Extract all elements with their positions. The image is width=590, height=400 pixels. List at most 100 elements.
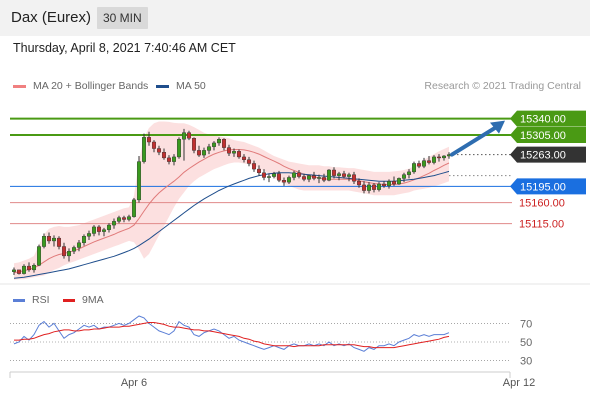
rsi-ma-line [14,322,450,349]
candle-body [422,160,427,167]
x-tick-label: Apr 6 [121,377,147,389]
candle-body [17,269,22,274]
rsi-line [13,315,450,352]
candle-body [76,242,81,248]
candle-body [111,221,116,226]
candle-body [302,176,307,180]
candle-body [277,173,282,181]
candle-body [116,217,121,222]
candle-body [186,132,191,139]
candle-body [241,156,246,160]
candle-body [126,216,131,220]
candle-body [131,199,136,217]
candle-body [402,174,407,179]
candle-body [181,132,186,140]
rsi-tick-50: 50 [520,337,532,349]
candle-body [11,269,16,272]
candle-body [86,233,91,237]
bollinger-band-area [14,121,449,280]
candle-body [412,163,417,173]
candle-body [272,173,277,177]
candle-body [141,137,146,162]
candle-body [156,148,161,153]
candle-body [206,146,211,151]
candle-body [146,137,151,143]
level-label-15160-00: 15160.00 [519,198,565,210]
candle-body [201,150,206,156]
candle-body [337,173,342,176]
level-label-15263-00: 15263.00 [520,150,566,162]
level-label-15340-00: 15340.00 [520,114,566,126]
forecast-arrow-shaft [450,124,499,157]
candle-body [427,160,432,163]
candle-body [282,180,287,183]
candle-body [71,247,76,252]
candle-body [106,224,111,230]
candle-body [176,138,181,158]
candle-body [216,138,221,144]
candle-body [432,156,437,163]
candle-body [317,177,322,179]
candle-body [257,168,262,173]
candle-body [287,177,292,183]
candle-body [327,169,332,181]
candle-body [352,174,357,182]
level-label-15195-00: 15195.00 [520,181,566,193]
candle-body [121,217,126,220]
x-tick-label: Apr 12 [503,377,535,389]
candle-body [372,184,377,190]
candle-body [52,237,57,242]
rsi-tick-30: 30 [520,356,532,368]
candle-body [357,180,362,186]
price-chart[interactable]: 15340.00 15305.00 15263.00 15195.00 15160.00… [0,0,590,400]
candle-body [32,265,37,271]
candle-body [231,151,236,154]
candle-body [342,173,347,177]
candle-body [166,157,171,162]
candle-body [101,229,106,232]
candle-body [27,265,32,271]
candle-body [22,265,27,274]
candle-body [251,163,256,170]
candle-body [66,250,71,257]
candle-body [392,180,397,185]
candle-body [62,246,67,257]
candle-body [171,156,176,162]
candle-body [91,226,96,234]
candle-body [307,175,312,180]
candle-body [297,172,302,177]
candle-body [246,159,251,164]
candle-body [161,152,166,159]
candle-body [437,156,442,159]
candle-body [362,184,367,191]
candle-body [221,138,226,148]
candle-body [387,180,392,187]
candle-body [332,169,337,176]
level-label-15115-00: 15115.00 [519,219,564,231]
candle-body [211,142,216,147]
candle-body [81,236,86,243]
candle-body [191,138,196,151]
candle-body [236,151,241,158]
candle-body [42,236,47,247]
candle-body [417,163,422,167]
candle-body [151,141,156,149]
candle-body [57,237,62,247]
candle-body [407,171,412,175]
candle-body [347,174,352,177]
candle-body [136,161,141,201]
candle-body [47,236,52,242]
candle-body [226,147,231,154]
candle-body [312,175,317,179]
candle-body [267,176,272,178]
candle-body [442,155,447,159]
rsi-tick-70: 70 [520,318,532,330]
candle-body [96,226,101,232]
candle-body [262,172,267,178]
candle-body [196,150,201,156]
candle-body [37,246,42,266]
candle-body [322,177,327,181]
candle-body [292,172,297,178]
candle-body [367,184,372,191]
candle-body [397,178,402,185]
